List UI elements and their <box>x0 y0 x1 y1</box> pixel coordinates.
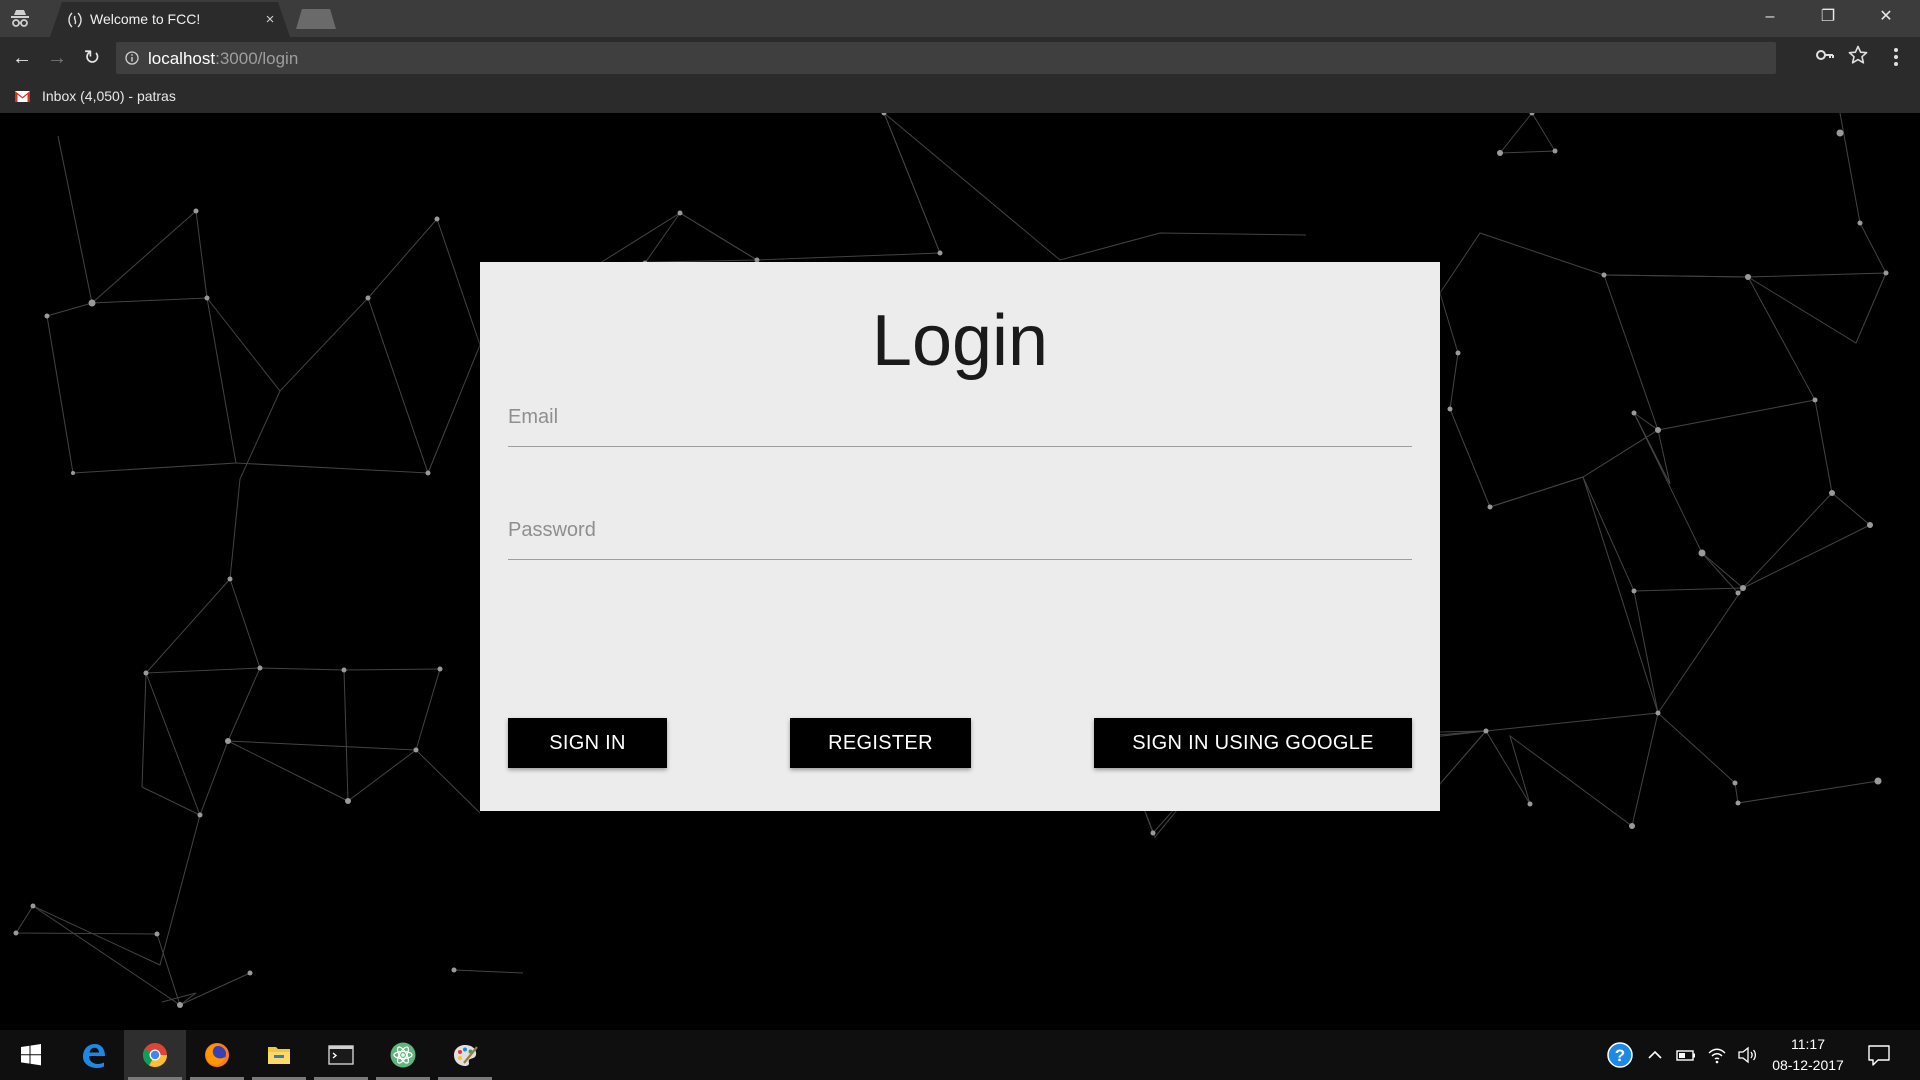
edge-icon <box>83 1044 105 1068</box>
url-text[interactable]: localhost:3000/login <box>148 49 298 69</box>
address-bar[interactable]: localhost:3000/login <box>116 42 1776 74</box>
close-window-button[interactable]: ✕ <box>1858 0 1914 33</box>
login-card: Login SIGN IN REGISTER SIGN IN USING GOO… <box>480 262 1440 811</box>
new-tab-button[interactable] <box>296 9 336 29</box>
incognito-icon[interactable] <box>8 8 32 30</box>
clock-date: 08-12-2017 <box>1772 1057 1844 1073</box>
email-field-wrapper <box>508 388 1412 448</box>
paint-palette-icon <box>454 1045 478 1066</box>
taskbar-terminal[interactable] <box>310 1030 372 1080</box>
login-title: Login <box>871 301 1049 381</box>
forward-button[interactable]: → <box>44 45 70 71</box>
sign-in-button[interactable]: SIGN IN <box>508 718 667 768</box>
key-icon[interactable] <box>1815 45 1835 65</box>
gmail-icon <box>15 91 30 102</box>
chevron-up-icon[interactable] <box>1644 1044 1666 1066</box>
browser-tabstrip: Welcome to FCC! × – ❐ ✕ <box>0 0 1920 37</box>
taskbar-chrome[interactable] <box>124 1030 186 1080</box>
svg-text:?: ? <box>1615 1046 1625 1065</box>
action-center-icon[interactable] <box>1866 1042 1892 1068</box>
browser-toolbar: ← → ↻ localhost:3000/login <box>0 37 1920 79</box>
help-icon[interactable]: ? <box>1607 1042 1633 1068</box>
folder-icon <box>268 1047 290 1064</box>
volume-icon[interactable] <box>1736 1044 1758 1066</box>
browser-menu-icon[interactable] <box>1886 45 1906 69</box>
google-sign-in-button[interactable]: SIGN IN USING GOOGLE <box>1094 718 1412 768</box>
windows-logo-icon <box>21 1044 41 1066</box>
start-button[interactable] <box>0 1030 62 1080</box>
atom-icon <box>390 1042 416 1068</box>
taskbar-atom[interactable] <box>372 1030 434 1080</box>
clock-time: 11:17 <box>1791 1036 1825 1052</box>
password-field-wrapper <box>508 501 1412 561</box>
url-host: localhost <box>148 49 216 68</box>
register-button[interactable]: REGISTER <box>790 718 971 768</box>
taskbar-firefox[interactable] <box>186 1030 248 1080</box>
login-page: Login SIGN IN REGISTER SIGN IN USING GOO… <box>0 113 1920 1030</box>
site-info-icon[interactable] <box>125 51 139 65</box>
browser-tab-active[interactable]: Welcome to FCC! × <box>50 2 290 37</box>
back-button[interactable]: ← <box>9 45 35 71</box>
password-input[interactable] <box>508 501 1412 560</box>
tab-close-icon[interactable]: × <box>262 11 278 28</box>
url-path: :3000/login <box>215 49 299 68</box>
battery-icon[interactable] <box>1675 1044 1697 1066</box>
taskbar-edge[interactable] <box>62 1030 124 1080</box>
taskbar-file-explorer[interactable] <box>248 1030 310 1080</box>
fcc-favicon-icon <box>68 12 82 28</box>
wifi-icon[interactable] <box>1706 1044 1728 1066</box>
system-clock[interactable]: 11:17 08-12-2017 <box>1756 1034 1860 1076</box>
tab-title: Welcome to FCC! <box>90 11 201 27</box>
bookmark-label: Inbox (4,050) - patras <box>42 88 176 104</box>
minimize-button[interactable]: – <box>1742 0 1798 33</box>
bookmarks-bar: Inbox (4,050) - patras <box>0 79 1920 113</box>
chrome-icon <box>142 1043 167 1068</box>
taskbar-paint[interactable] <box>434 1030 496 1080</box>
email-input[interactable] <box>508 388 1412 447</box>
firefox-icon <box>205 1043 229 1067</box>
terminal-icon <box>328 1045 354 1065</box>
windows-taskbar: ? 11:17 08-12-2017 <box>0 1030 1920 1080</box>
bookmark-star-icon[interactable] <box>1848 45 1868 65</box>
restore-button[interactable]: ❐ <box>1800 0 1856 33</box>
reload-button[interactable]: ↻ <box>79 45 105 71</box>
